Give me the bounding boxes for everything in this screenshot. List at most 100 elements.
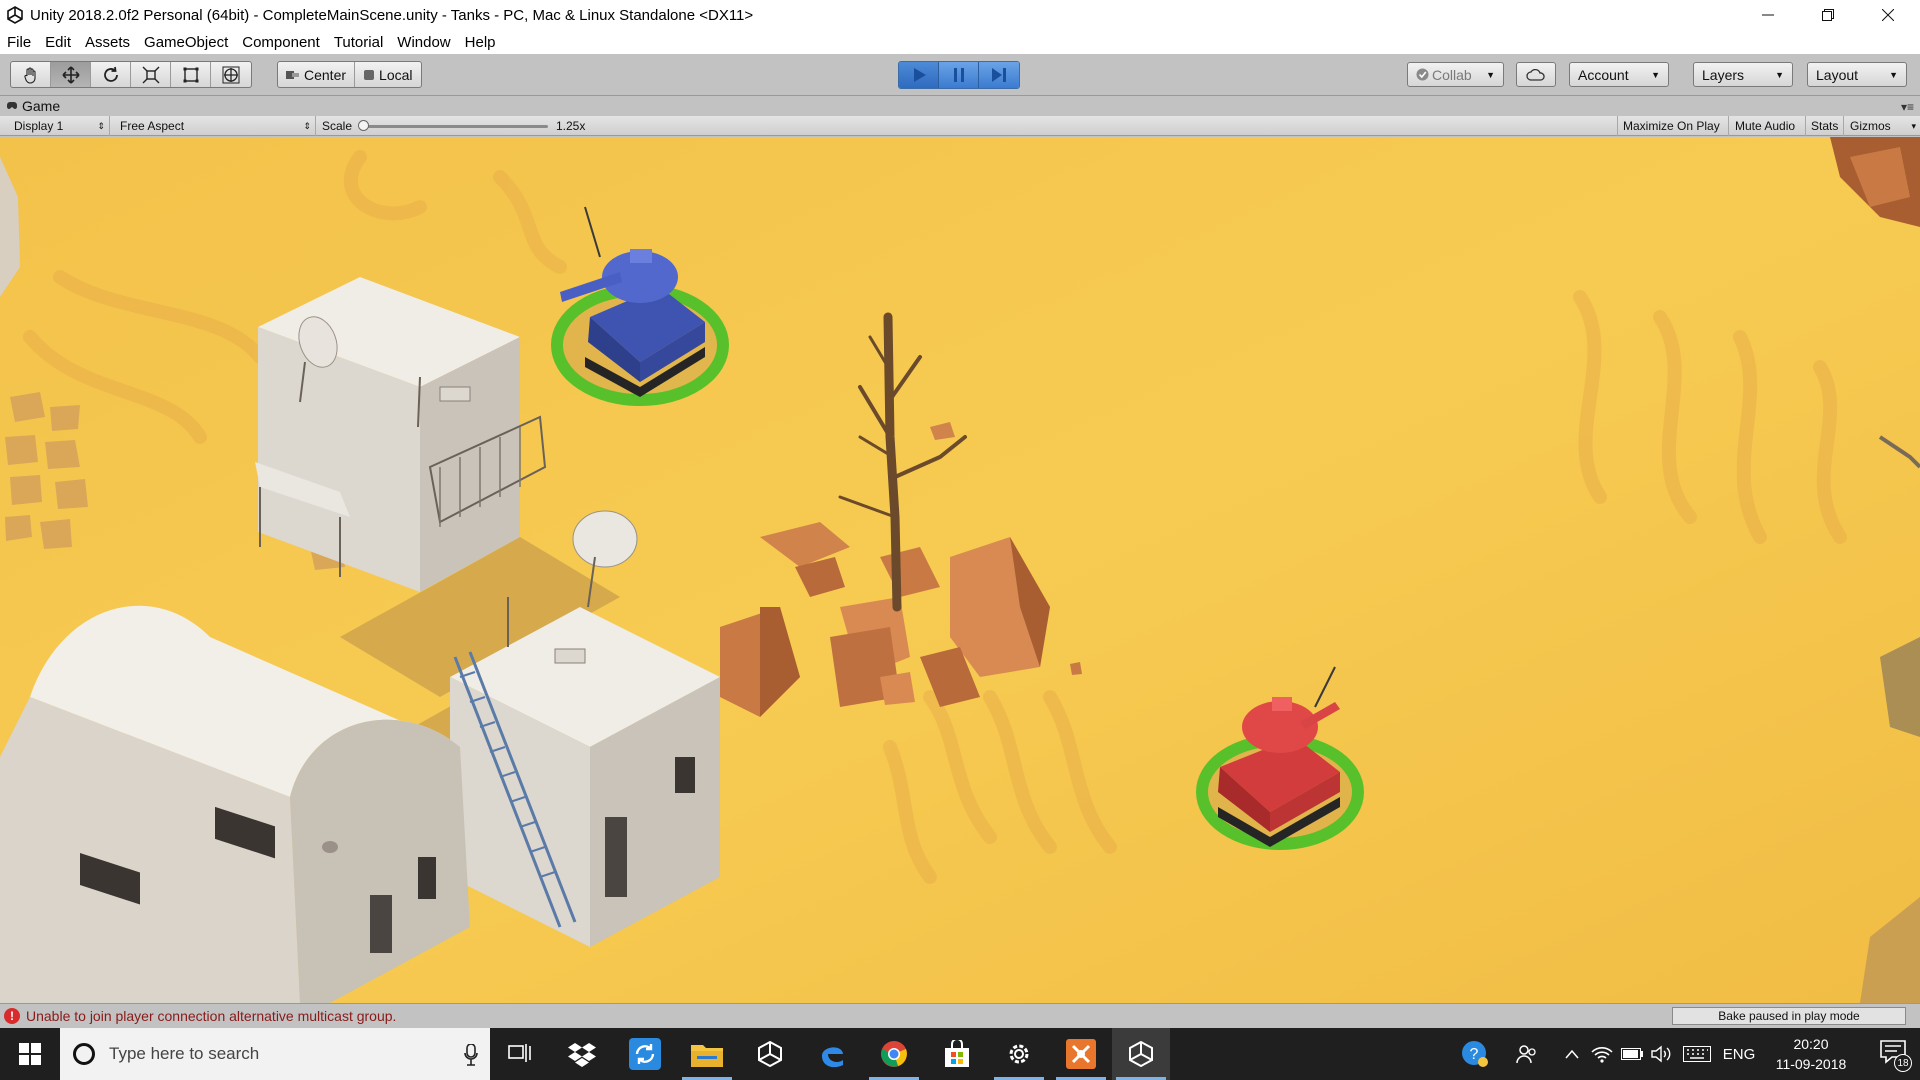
stats-toggle[interactable]: Stats — [1806, 116, 1844, 136]
step-icon — [992, 68, 1006, 82]
windows-taskbar: Type here to search ? ENG 20:20 11-09-20… — [0, 1028, 1920, 1080]
language-indicator[interactable]: ENG — [1718, 1028, 1760, 1080]
svg-text:?: ? — [1470, 1046, 1479, 1063]
transform-icon[interactable] — [211, 62, 251, 87]
menu-component[interactable]: Component — [235, 34, 327, 51]
dropbox-icon[interactable] — [553, 1028, 611, 1080]
chevron-down-icon: ▼ — [1651, 69, 1660, 80]
blender-icon[interactable] — [1052, 1028, 1110, 1080]
people-icon[interactable] — [1508, 1028, 1544, 1080]
move-icon[interactable] — [51, 62, 91, 87]
step-button[interactable] — [979, 62, 1019, 88]
scale-label: Scale — [322, 119, 353, 133]
pause-icon — [953, 68, 964, 82]
menu-assets[interactable]: Assets — [78, 34, 137, 51]
local-space-icon — [364, 69, 375, 80]
collab-dropdown[interactable]: Collab ▼ — [1407, 62, 1504, 87]
minimize-icon[interactable] — [1740, 0, 1796, 30]
task-view-icon[interactable] — [491, 1028, 549, 1080]
close-icon[interactable] — [1860, 0, 1916, 30]
console-message: Unable to join player connection alterna… — [26, 1008, 397, 1024]
game-view-canvas[interactable] — [0, 137, 1920, 1003]
layers-dropdown[interactable]: Layers ▼ — [1693, 62, 1793, 87]
title-bar: Unity 2018.2.0f2 Personal (64bit) - Comp… — [0, 0, 1920, 30]
account-dropdown[interactable]: Account ▼ — [1569, 62, 1669, 87]
tank-scene — [0, 137, 1920, 1003]
cloud-button[interactable] — [1516, 62, 1556, 87]
play-button[interactable] — [899, 62, 939, 88]
menu-window[interactable]: Window — [390, 34, 457, 51]
keyboard-icon[interactable] — [1680, 1028, 1714, 1080]
game-tab-row: Game ▾≡ — [0, 96, 1920, 116]
main-toolbar: Center Local Collab ▼ Account ▼ Layers ▼… — [0, 54, 1920, 96]
cloud-icon — [1526, 68, 1545, 81]
edge-icon[interactable] — [803, 1028, 861, 1080]
menu-gameobject[interactable]: GameObject — [137, 34, 235, 51]
game-controller-icon — [7, 102, 17, 109]
search-placeholder: Type here to search — [109, 1044, 260, 1063]
aspect-dropdown[interactable]: Free Aspect ⇕ — [110, 116, 316, 136]
scale-icon[interactable] — [131, 62, 171, 87]
chevron-down-icon: ▾ — [1911, 120, 1916, 131]
pivot-center-icon — [286, 70, 299, 79]
clock-time: 20:20 — [1793, 1036, 1829, 1052]
microphone-icon[interactable] — [464, 1043, 478, 1071]
settings-icon[interactable] — [990, 1028, 1048, 1080]
pivot-local-button[interactable]: Local — [355, 62, 420, 87]
action-center-icon[interactable]: 18 — [1880, 1040, 1912, 1072]
chrome-icon[interactable] — [865, 1028, 923, 1080]
chevron-down-icon: ▼ — [1775, 69, 1784, 80]
pivot-local-label: Local — [379, 66, 413, 83]
pivot-center-button[interactable]: Center — [278, 62, 356, 87]
game-tab-label: Game — [22, 98, 61, 114]
pause-button[interactable] — [939, 62, 979, 88]
scale-slider-handle[interactable] — [358, 120, 369, 131]
scale-value-box: 1.25x — [556, 116, 616, 136]
start-button[interactable] — [0, 1028, 60, 1080]
rect-icon[interactable] — [171, 62, 211, 87]
gizmos-label: Gizmos — [1850, 119, 1891, 133]
hand-icon[interactable] — [11, 62, 51, 87]
restore-icon[interactable] — [1800, 0, 1856, 30]
maximize-on-play-toggle[interactable]: Maximize On Play — [1617, 116, 1729, 136]
menu-edit[interactable]: Edit — [38, 34, 78, 51]
menu-tutorial[interactable]: Tutorial — [327, 34, 390, 51]
battery-icon[interactable] — [1618, 1028, 1646, 1080]
file-explorer-icon[interactable] — [678, 1028, 736, 1080]
wifi-icon[interactable] — [1588, 1028, 1616, 1080]
taskbar-search-box[interactable]: Type here to search — [60, 1028, 490, 1080]
unity-hub-icon[interactable] — [741, 1028, 799, 1080]
console-status-bar[interactable]: ! Unable to join player connection alter… — [0, 1003, 1920, 1028]
display-label: Display 1 — [14, 119, 64, 133]
dropdown-arrow-icon: ⇕ — [97, 120, 105, 131]
sync-icon[interactable] — [616, 1028, 674, 1080]
layout-dropdown[interactable]: Layout ▼ — [1807, 62, 1907, 87]
help-icon[interactable]: ? — [1455, 1028, 1495, 1080]
stats-label: Stats — [1811, 119, 1839, 133]
cortana-icon — [73, 1043, 95, 1065]
bake-label: Bake paused in play mode — [1718, 1009, 1860, 1023]
unity-editor-window: Unity 2018.2.0f2 Personal (64bit) - Comp… — [0, 0, 1920, 1080]
notification-count: 18 — [1894, 1054, 1912, 1072]
layout-label: Layout — [1816, 66, 1859, 83]
menu-file[interactable]: File — [0, 34, 38, 51]
pivot-center-label: Center — [304, 66, 347, 83]
error-icon: ! — [4, 1008, 20, 1024]
rotate-icon[interactable] — [91, 62, 131, 87]
tab-menu-icon[interactable]: ▾≡ — [1901, 100, 1914, 114]
display-dropdown[interactable]: Display 1 ⇕ — [0, 116, 110, 136]
pivot-controls: Center Local — [277, 61, 422, 88]
system-clock[interactable]: 20:20 11-09-2018 — [1766, 1034, 1856, 1074]
layers-label: Layers — [1702, 66, 1745, 83]
chevron-down-icon: ▼ — [1486, 69, 1495, 80]
gizmos-dropdown[interactable]: Gizmos ▾ — [1844, 116, 1920, 136]
menu-help[interactable]: Help — [458, 34, 503, 51]
volume-icon[interactable] — [1648, 1028, 1676, 1080]
mute-audio-toggle[interactable]: Mute Audio — [1729, 116, 1806, 136]
unity-icon[interactable] — [1112, 1028, 1170, 1080]
scale-value: 1.25x — [556, 119, 586, 133]
store-icon[interactable] — [928, 1028, 986, 1080]
chevron-up-icon[interactable] — [1560, 1028, 1584, 1080]
game-tab[interactable]: Game — [6, 96, 60, 116]
scale-slider-track[interactable] — [362, 125, 548, 128]
